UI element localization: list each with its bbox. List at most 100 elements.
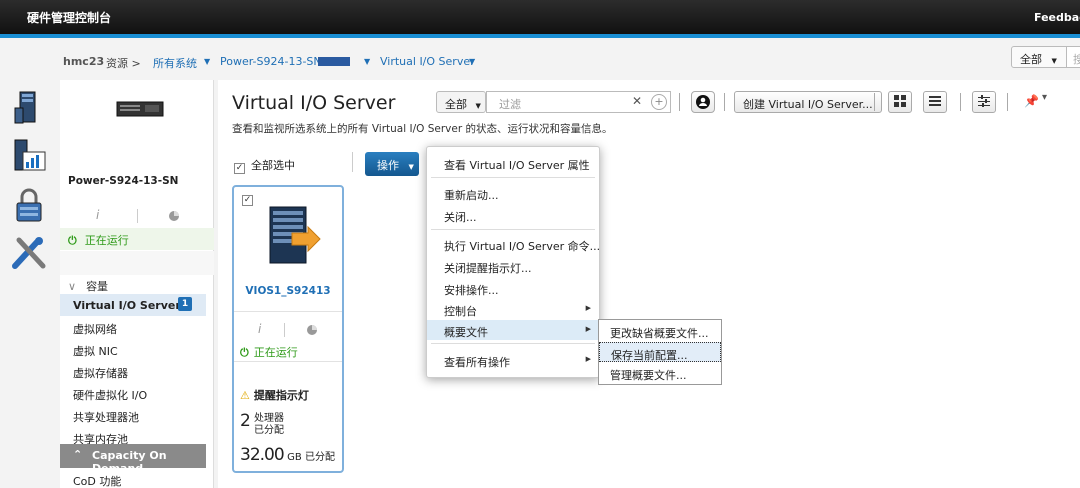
vios-card[interactable]: ✓ VIOS1_S92413 i ⏻ 正在运行 ⚠ 提醒指示灯 2 处理器 已分…: [232, 185, 344, 473]
menu-item-deactivate-led[interactable]: 关闭提醒指示灯...: [427, 256, 599, 276]
list-view-button[interactable]: [923, 91, 947, 113]
menu-item-profiles[interactable]: 概要文件 ▶: [427, 320, 599, 340]
menu-item-run-command[interactable]: 执行 Virtual I/O Server 命令...: [427, 234, 600, 254]
chevron-down-icon: ▼: [1051, 57, 1057, 65]
scope-search-input[interactable]: 搜: [1066, 46, 1080, 68]
cod-header-label: Capacity On Demand: [92, 449, 167, 475]
menu-item-restart[interactable]: 重新启动...: [427, 183, 599, 203]
scope-select-value: 全部: [1020, 53, 1042, 66]
menu-item-schedule[interactable]: 安排操作...: [427, 278, 599, 298]
vios-name[interactable]: VIOS1_S92413: [234, 285, 342, 297]
menu-item-label: Virtual I/O Server: [73, 299, 181, 312]
divider: [352, 152, 353, 172]
clear-filter-icon[interactable]: ✕: [632, 94, 642, 108]
chevron-collapse-icon: ∨: [68, 280, 77, 293]
app-title: 硬件管理控制台: [27, 11, 112, 25]
pie-chart-icon[interactable]: [306, 324, 318, 336]
info-icon[interactable]: i: [96, 208, 99, 222]
page-title: Virtual I/O Server: [232, 92, 396, 114]
memory-value: 32.00: [240, 445, 285, 465]
menu-item-shutdown[interactable]: 关闭...: [427, 205, 599, 225]
menu-item-save-current-config[interactable]: 保存当前配置...: [599, 342, 721, 362]
attention-led-label: 提醒指示灯: [253, 389, 309, 402]
menu-item-label: 控制台: [444, 305, 477, 318]
redacted-block: [318, 57, 350, 66]
menu-divider: [431, 229, 595, 230]
warning-icon: ⚠: [240, 389, 250, 402]
breadcrumb-hmc[interactable]: hmc23: [63, 55, 104, 68]
menu-item-shared-proc-pool[interactable]: 共享处理器池: [60, 404, 206, 426]
tile-view-button[interactable]: [888, 91, 912, 113]
select-all[interactable]: ✓ 全部选中: [234, 157, 295, 174]
breadcrumb-all-systems[interactable]: 所有系统: [153, 55, 197, 71]
lock-icon[interactable]: [11, 186, 47, 224]
vios-status: ⏻ 正在运行: [240, 344, 298, 360]
menu-item-virtual-nic[interactable]: 虚拟 NIC: [60, 338, 206, 360]
server-status: ⏻ 正在运行: [60, 228, 214, 250]
attention-led[interactable]: ⚠ 提醒指示灯: [240, 387, 309, 403]
breadcrumb-vios[interactable]: Virtual I/O Server: [380, 55, 475, 68]
feedback-link[interactable]: Feedback: [1034, 11, 1080, 24]
filter-scope-select[interactable]: 全部 ▼: [436, 91, 486, 113]
server-action-row: i: [60, 205, 214, 227]
menu-divider: [431, 343, 595, 344]
menu-item-label: 查看所有操作: [444, 356, 510, 369]
memory-label: GB 已分配: [287, 452, 335, 463]
chevron-down-icon[interactable]: ▼: [204, 57, 210, 66]
chevron-down-icon[interactable]: ▼: [469, 57, 475, 66]
page-description: 查看和监视所选系统上的所有 Virtual I/O Server 的状态、运行状…: [232, 123, 613, 135]
settings-button[interactable]: [972, 91, 996, 113]
power-icon: ⏻: [240, 346, 249, 359]
info-icon[interactable]: i: [258, 322, 261, 336]
toolbar-divider: [874, 93, 875, 111]
breadcrumb-resources[interactable]: 资源 >: [106, 55, 141, 71]
card-action-row: i: [234, 319, 342, 341]
menu-item-cod[interactable]: CoD 功能: [73, 473, 121, 488]
scope-select[interactable]: 全部 ▼: [1011, 46, 1071, 68]
menu-item-virtual-storage[interactable]: 虚拟存储器: [60, 360, 206, 382]
divider: [137, 209, 138, 223]
menu-item-all-actions[interactable]: 查看所有操作 ▶: [427, 350, 599, 370]
chevron-down-icon[interactable]: ▼: [364, 57, 370, 66]
toolbar-divider: [960, 93, 961, 111]
capacity-label: 容量: [86, 280, 109, 293]
menu-item-console[interactable]: 控制台 ▶: [427, 299, 599, 319]
checkbox-icon[interactable]: ✓: [234, 163, 245, 174]
chevron-right-icon: ▶: [585, 304, 591, 312]
server-chassis-icon: [116, 101, 164, 117]
pie-chart-icon[interactable]: [168, 210, 180, 222]
create-vios-button[interactable]: 创建 Virtual I/O Server...: [734, 91, 882, 113]
panel-spacer: [60, 251, 214, 275]
chart-monitor-icon[interactable]: [11, 138, 47, 176]
list-icon: [929, 96, 941, 106]
filter-input[interactable]: 过滤: [486, 91, 671, 113]
top-bar: 硬件管理控制台 Feedback: [0, 0, 1080, 34]
menu-item-manage-profiles[interactable]: 管理概要文件...: [599, 363, 721, 383]
operations-button[interactable]: 操作 ▼: [365, 152, 419, 176]
breadcrumb-system[interactable]: Power-S924-13-SN: [220, 55, 322, 68]
server-status-text: 正在运行: [84, 234, 129, 247]
toolbar-divider: [1007, 93, 1008, 111]
operations-menu: 查看 Virtual I/O Server 属性 重新启动... 关闭... 执…: [426, 146, 600, 378]
add-filter-icon[interactable]: +: [651, 94, 667, 110]
menu-item-view-properties[interactable]: 查看 Virtual I/O Server 属性: [427, 153, 599, 173]
cod-header[interactable]: ⌃ Capacity On Demand: [60, 444, 206, 475]
capacity-header[interactable]: ∨ 容量: [68, 278, 108, 294]
menu-item-vios[interactable]: Virtual I/O Server 1: [60, 294, 206, 316]
processor-label: 处理器 已分配: [254, 413, 284, 436]
menu-item-virtual-network[interactable]: 虚拟网络: [60, 316, 206, 338]
menu-item-hardware-io[interactable]: 硬件虚拟化 I/O: [60, 382, 206, 404]
tools-icon[interactable]: [11, 234, 47, 272]
memory-summary: 32.00 GB 已分配: [240, 445, 335, 465]
pin-icon[interactable]: 📌: [1024, 94, 1039, 108]
user-profile-button[interactable]: [691, 91, 715, 113]
toolbar-divider: [679, 93, 680, 111]
menu-options-icon[interactable]: ▾: [1042, 92, 1047, 103]
main-content: Virtual I/O Server 查看和监视所选系统上的所有 Virtual…: [218, 80, 1080, 488]
menu-item-change-default-profile[interactable]: 更改缺省概要文件...: [599, 321, 721, 341]
chevron-right-icon: ▶: [585, 355, 591, 363]
checkbox-icon[interactable]: ✓: [242, 195, 253, 206]
server-name: Power-S924-13-SN: [68, 175, 179, 187]
server-tower-icon[interactable]: [11, 88, 47, 126]
left-nav: [0, 80, 60, 488]
